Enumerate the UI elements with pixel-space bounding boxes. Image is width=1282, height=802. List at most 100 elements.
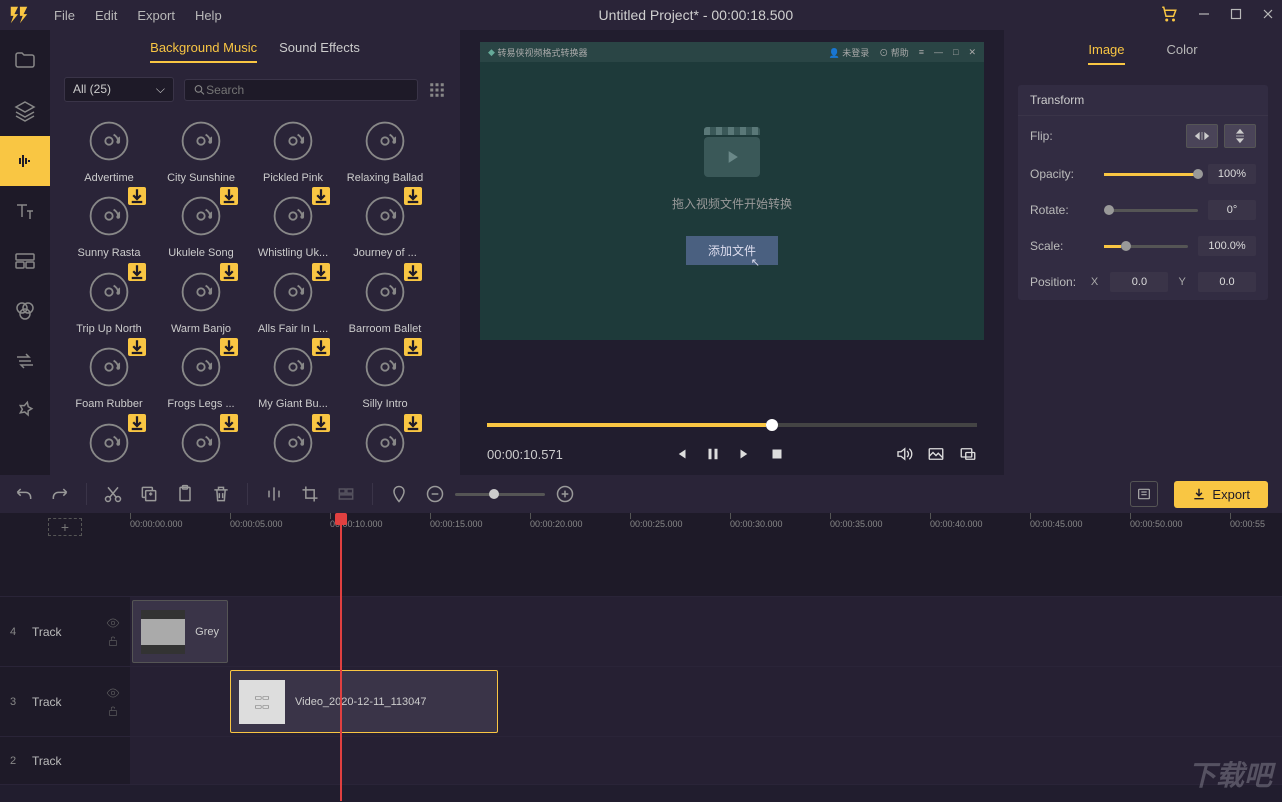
download-icon[interactable]: [404, 338, 422, 356]
group-button[interactable]: [336, 484, 356, 504]
rail-transitions[interactable]: [0, 336, 50, 386]
window-title: Untitled Project* - 00:00:18.500: [232, 7, 1160, 23]
zoom-out-button[interactable]: [425, 484, 445, 504]
fullscreen-icon[interactable]: [959, 445, 977, 463]
media-item[interactable]: [340, 418, 430, 475]
download-icon[interactable]: [128, 414, 146, 432]
download-icon[interactable]: [128, 187, 146, 205]
menu-edit[interactable]: Edit: [85, 8, 127, 23]
timeline-ruler[interactable]: + 00:00:00.00000:00:05.00000:00:10.00000…: [0, 513, 1282, 541]
delete-button[interactable]: [211, 484, 231, 504]
rail-filters[interactable]: [0, 286, 50, 336]
tab-color[interactable]: Color: [1167, 42, 1198, 65]
undo-button[interactable]: [14, 484, 34, 504]
menu-export[interactable]: Export: [127, 8, 185, 23]
media-grid: AdvertimeCity SunshinePickled PinkRelaxi…: [50, 108, 460, 475]
maximize-button[interactable]: [1230, 8, 1242, 23]
search-field[interactable]: [206, 83, 409, 97]
playhead[interactable]: [340, 513, 342, 801]
media-panel: Background Music Sound Effects All (25) …: [50, 30, 460, 475]
redo-button[interactable]: [50, 484, 70, 504]
prev-frame-button[interactable]: [672, 445, 690, 463]
opacity-input[interactable]: [1208, 164, 1256, 184]
flip-horizontal-button[interactable]: [1186, 124, 1218, 148]
marker-button[interactable]: [389, 484, 409, 504]
export-button[interactable]: Export: [1174, 481, 1268, 508]
opacity-slider[interactable]: [1104, 173, 1198, 176]
filter-dropdown[interactable]: All (25) ⌵: [64, 77, 174, 102]
lock-icon[interactable]: [106, 704, 120, 718]
preview-canvas[interactable]: ◆ 转易侠视频格式转换器 👤 未登录⊙ 帮助≡—□✕ 拖入视频文件开始转换 添加…: [480, 42, 984, 340]
cart-icon[interactable]: [1160, 5, 1178, 26]
download-icon[interactable]: [220, 414, 238, 432]
track-header-3[interactable]: 3 Track: [0, 667, 130, 736]
timeline-tracks: 4 Track Grey 3 Track ▭▭▭▭ Video_2020-1: [0, 541, 1282, 802]
scale-slider[interactable]: [1104, 245, 1188, 248]
eye-icon[interactable]: [106, 616, 120, 630]
media-item[interactable]: [248, 418, 338, 475]
lock-icon[interactable]: [106, 634, 120, 648]
search-input[interactable]: [184, 79, 418, 101]
tab-image[interactable]: Image: [1088, 42, 1124, 65]
scale-label: Scale:: [1030, 239, 1094, 253]
cut-button[interactable]: [103, 484, 123, 504]
rail-overlay[interactable]: [0, 236, 50, 286]
snapshot-icon[interactable]: [927, 445, 945, 463]
tab-sound-effects[interactable]: Sound Effects: [279, 40, 360, 63]
download-icon[interactable]: [312, 187, 330, 205]
volume-icon[interactable]: [895, 445, 913, 463]
paste-button[interactable]: [175, 484, 195, 504]
properties-panel: Image Color Transform Flip: Opacity:: [1004, 30, 1282, 475]
download-icon[interactable]: [220, 187, 238, 205]
media-item[interactable]: [64, 418, 154, 475]
scale-input[interactable]: [1198, 236, 1256, 256]
rail-media[interactable]: [0, 36, 50, 86]
transform-section-header: Transform: [1018, 85, 1268, 116]
split-button[interactable]: [264, 484, 284, 504]
tab-background-music[interactable]: Background Music: [150, 40, 257, 63]
download-icon[interactable]: [404, 263, 422, 281]
position-label: Position:: [1030, 275, 1081, 289]
position-y-input[interactable]: [1198, 272, 1256, 292]
download-icon[interactable]: [220, 338, 238, 356]
eye-icon[interactable]: [106, 686, 120, 700]
download-icon[interactable]: [312, 414, 330, 432]
rotate-input[interactable]: [1208, 200, 1256, 220]
add-file-button[interactable]: 添加文件↖: [686, 236, 778, 265]
track-header-2[interactable]: 2 Track: [0, 737, 130, 784]
timeline-settings-button[interactable]: [1130, 481, 1158, 507]
rotate-label: Rotate:: [1030, 203, 1094, 217]
crop-button[interactable]: [300, 484, 320, 504]
minimize-button[interactable]: [1198, 8, 1210, 23]
add-track-button[interactable]: +: [48, 518, 82, 536]
zoom-in-button[interactable]: [555, 484, 575, 504]
clip-video[interactable]: ▭▭▭▭ Video_2020-12-11_113047: [230, 670, 498, 733]
rail-elements[interactable]: [0, 386, 50, 436]
close-button[interactable]: [1262, 8, 1274, 23]
view-grid-icon[interactable]: [428, 81, 446, 99]
preview-progress[interactable]: [487, 423, 977, 427]
copy-button[interactable]: [139, 484, 159, 504]
menu-help[interactable]: Help: [185, 8, 232, 23]
download-icon[interactable]: [220, 263, 238, 281]
media-item[interactable]: [156, 418, 246, 475]
zoom-slider[interactable]: [455, 493, 545, 496]
download-icon[interactable]: [128, 338, 146, 356]
rail-layers[interactable]: [0, 86, 50, 136]
download-icon[interactable]: [128, 263, 146, 281]
download-icon[interactable]: [312, 338, 330, 356]
pause-button[interactable]: [704, 445, 722, 463]
rail-audio[interactable]: [0, 136, 50, 186]
menu-file[interactable]: File: [44, 8, 85, 23]
download-icon[interactable]: [312, 263, 330, 281]
position-x-input[interactable]: [1110, 272, 1168, 292]
stop-button[interactable]: [768, 445, 786, 463]
next-frame-button[interactable]: [736, 445, 754, 463]
clip-grey[interactable]: Grey: [132, 600, 228, 663]
rotate-slider[interactable]: [1104, 209, 1198, 212]
download-icon[interactable]: [404, 187, 422, 205]
download-icon[interactable]: [404, 414, 422, 432]
flip-vertical-button[interactable]: [1224, 124, 1256, 148]
track-header-4[interactable]: 4 Track: [0, 597, 130, 666]
rail-text[interactable]: [0, 186, 50, 236]
